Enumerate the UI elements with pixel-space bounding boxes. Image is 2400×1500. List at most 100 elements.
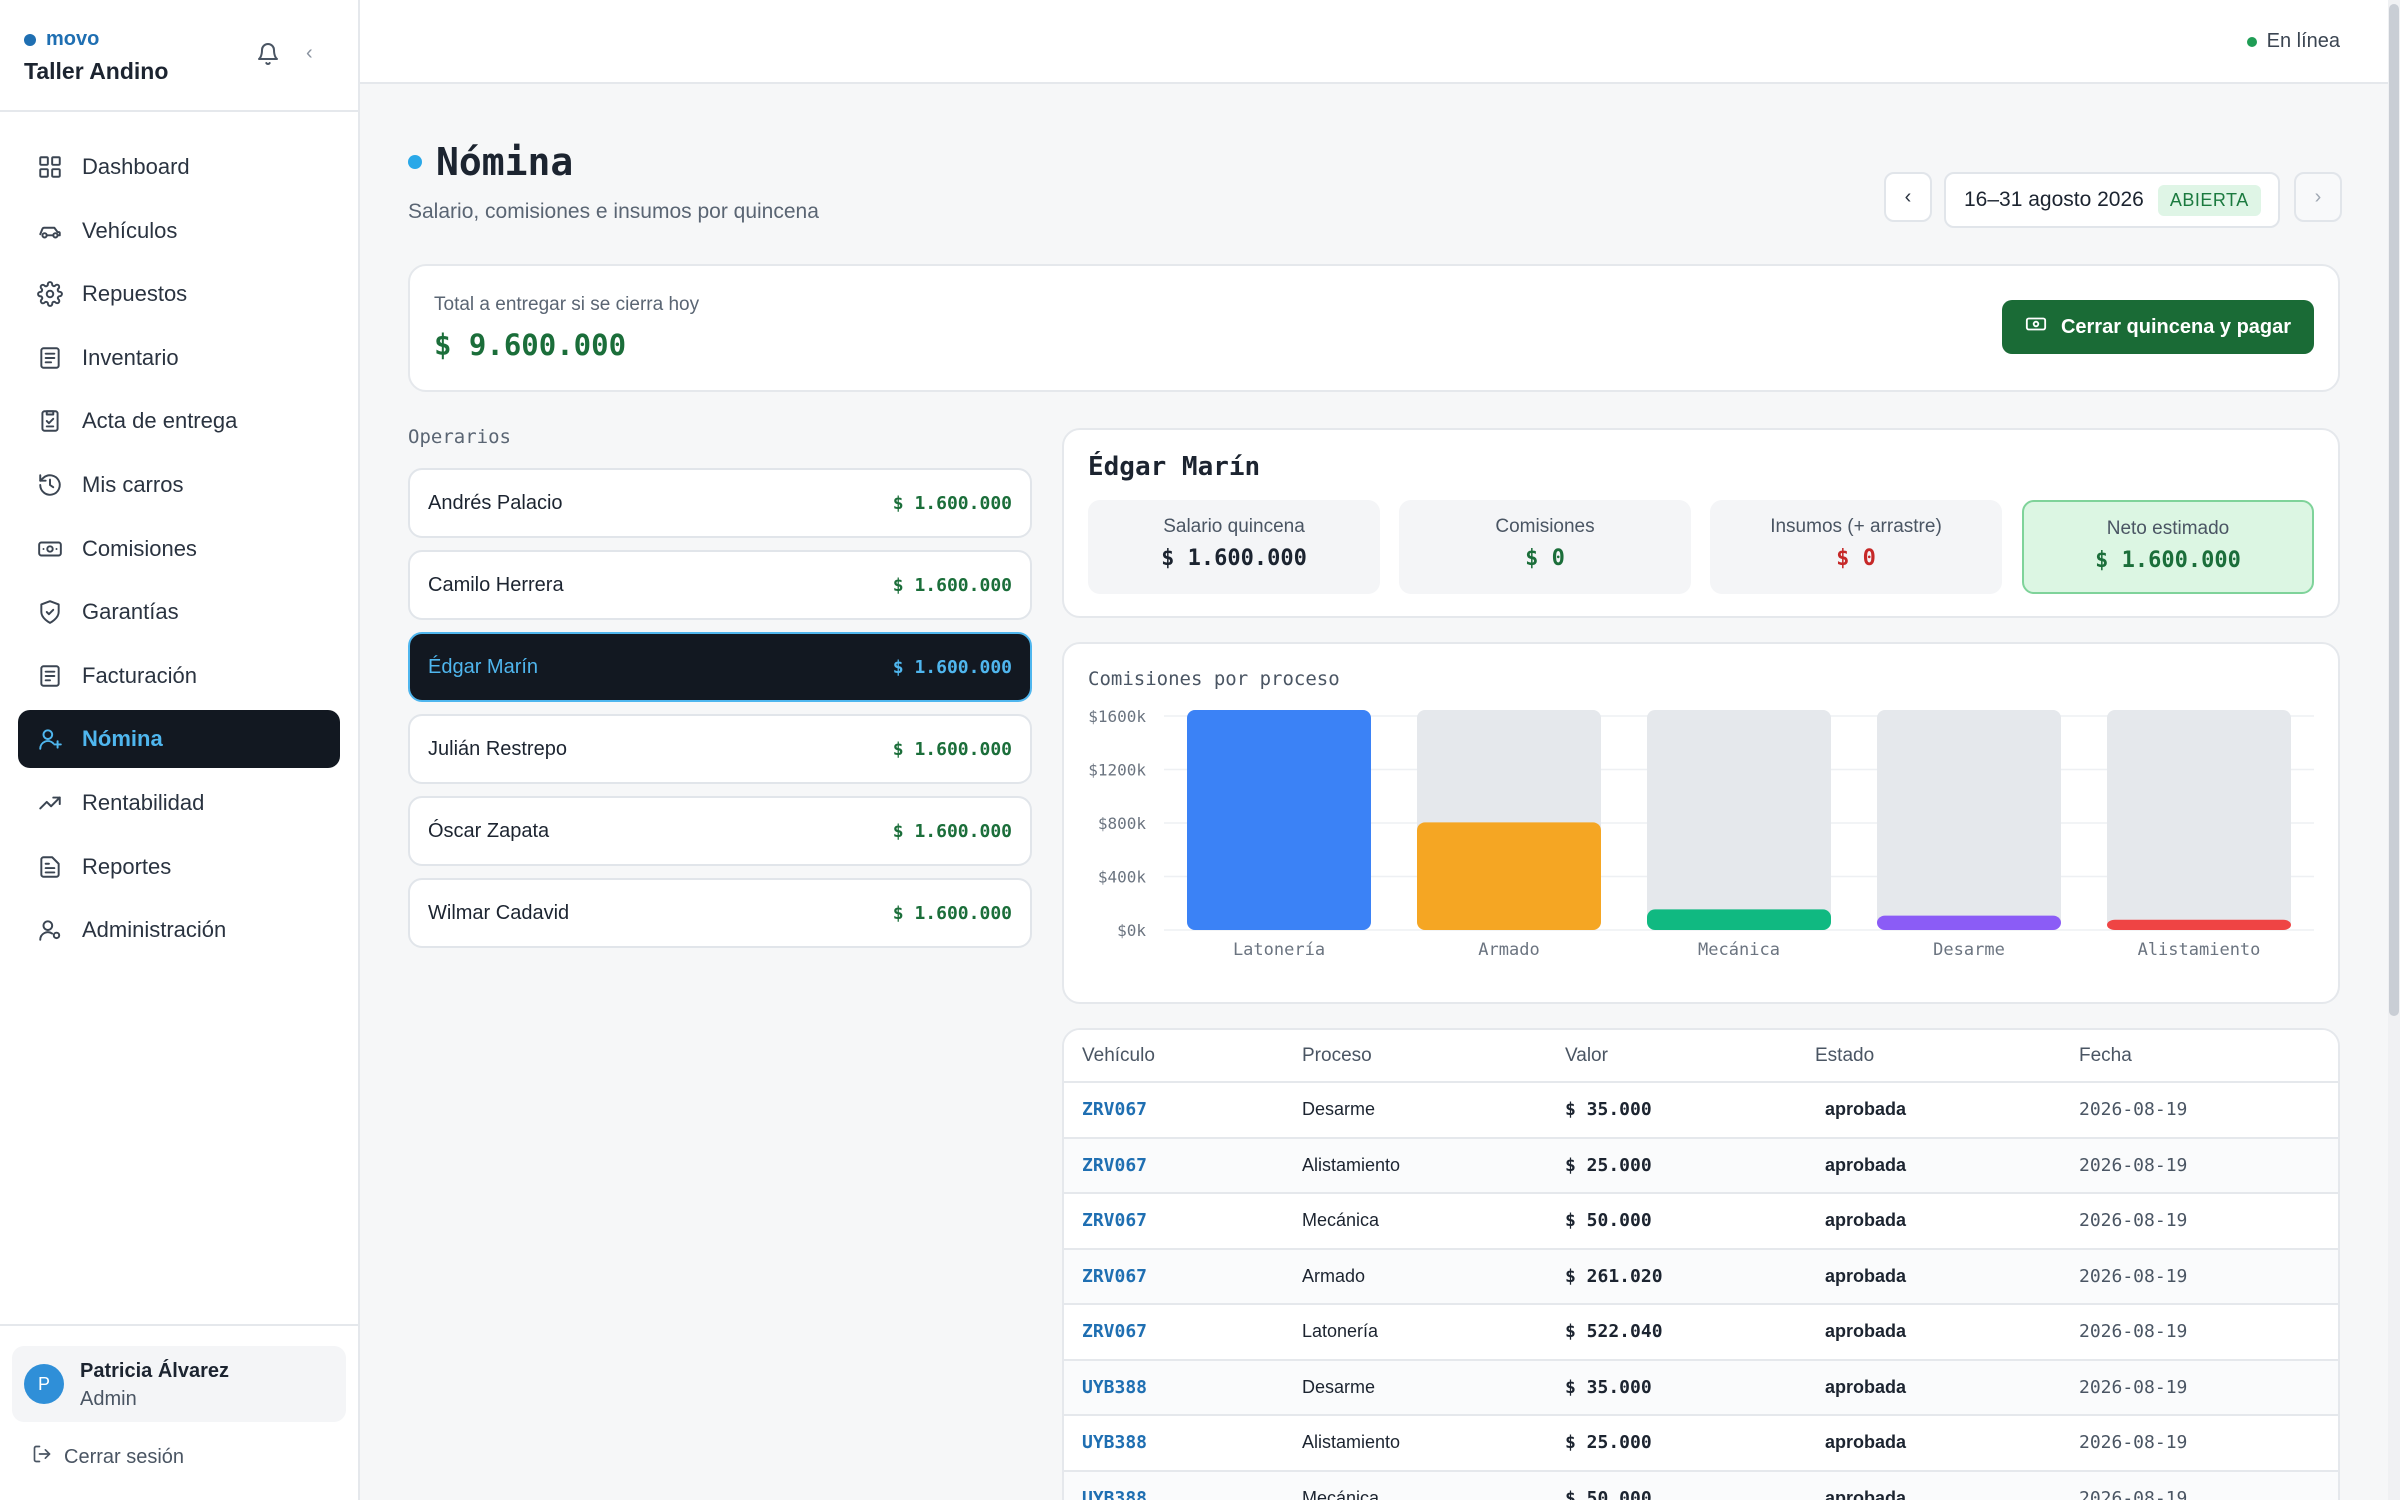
bar-1[interactable] — [1417, 822, 1601, 930]
y-tick-label: $800k — [1098, 814, 1147, 833]
list-icon — [36, 344, 64, 372]
operator-item[interactable]: Óscar Zapata $ 1.600.000 — [408, 796, 1032, 866]
x-tick-label: Latonería — [1233, 940, 1325, 960]
value-cell: $ 35.000 — [1547, 1359, 1797, 1416]
column-header[interactable]: Fecha — [2061, 1030, 2338, 1083]
operator-item[interactable]: Andrés Palacio $ 1.600.000 — [408, 468, 1032, 538]
sidebar-item-vehiculos[interactable]: Vehículos — [18, 202, 340, 260]
user-area: P Patricia Álvarez Admin Cerrar sesión — [0, 1324, 360, 1500]
date-cell: 2026-08-19 — [2061, 1137, 2338, 1194]
title-dot-icon — [408, 155, 422, 169]
sidebar-item-facturacion[interactable]: Facturación — [18, 647, 340, 705]
sidebar-item-comisiones[interactable]: Comisiones — [18, 520, 340, 578]
operator-amount: $ 1.600.000 — [892, 820, 1012, 842]
bar-0[interactable] — [1187, 710, 1371, 930]
column-header[interactable]: Proceso — [1284, 1030, 1547, 1083]
sidebar-item-label: Comisiones — [82, 535, 197, 561]
period-selector[interactable]: 16–31 agosto 2026 ABIERTA — [1944, 172, 2280, 228]
grid-icon — [36, 153, 64, 181]
sidebar-item-repuestos[interactable]: Repuestos — [18, 265, 340, 323]
process-cell: Alistamiento — [1284, 1137, 1547, 1194]
brand-name: movo — [46, 28, 100, 50]
stat-net-label: Neto estimado — [2106, 518, 2230, 539]
gear-icon — [36, 280, 64, 308]
y-tick-label: $400k — [1098, 868, 1147, 887]
y-tick-label: $0k — [1117, 921, 1146, 940]
vehicle-plate-link[interactable]: ZRV067 — [1064, 1082, 1284, 1139]
operator-amount: $ 1.600.000 — [892, 574, 1012, 596]
sidebar-item-nomina[interactable]: Nómina — [18, 710, 340, 769]
bar-3[interactable] — [1877, 915, 2061, 930]
date-cell: 2026-08-19 — [2061, 1304, 2338, 1361]
sidebar-item-reportes[interactable]: Reportes — [18, 838, 340, 896]
sidebar-item-garantias[interactable]: Garantías — [18, 583, 340, 641]
bar-4[interactable] — [2107, 919, 2291, 930]
column-header[interactable]: Vehículo — [1064, 1030, 1284, 1083]
vehicle-plate-link[interactable]: UYB388 — [1064, 1470, 1284, 1500]
vehicle-plate-link[interactable]: ZRV067 — [1064, 1193, 1284, 1250]
sidebar-item-inventario[interactable]: Inventario — [18, 329, 340, 387]
next-period-button[interactable]: › — [2294, 172, 2342, 222]
sidebar-item-mis-carros[interactable]: Mis carros — [18, 456, 340, 514]
previous-period-button[interactable]: ‹ — [1884, 172, 1932, 222]
operator-item[interactable]: Wilmar Cadavid $ 1.600.000 — [408, 878, 1032, 948]
close-period-pay-button[interactable]: Cerrar quincena y pagar — [2002, 300, 2314, 354]
vehicle-plate-link[interactable]: UYB388 — [1064, 1359, 1284, 1416]
sidebar-item-rentabilidad[interactable]: Rentabilidad — [18, 774, 340, 832]
stat-commissions: Comisiones $ 0 — [1399, 500, 1691, 594]
operator-item[interactable]: Camilo Herrera $ 1.600.000 — [408, 550, 1032, 620]
commissions-bar-chart: $0k $400k $800k $1200k $1600k Latonería Armado… — [1088, 707, 2314, 960]
stat-salary-value: $ 1.600.000 — [1161, 546, 1307, 571]
column-header[interactable]: Estado — [1797, 1030, 2061, 1083]
operators-list: Andrés Palacio $ 1.600.000 Camilo Herrera $… — [408, 468, 1032, 960]
vehicle-plate-link[interactable]: ZRV067 — [1064, 1304, 1284, 1361]
online-status-label: En línea — [2266, 30, 2340, 52]
bar-2[interactable] — [1647, 909, 1831, 930]
table-row: ZRV067 Desarme $ 35.000 aprobada 2026-08-19 — [1064, 1082, 2338, 1139]
sidebar-item-label: Repuestos — [82, 281, 188, 307]
operator-item[interactable]: Édgar Marín $ 1.600.000 — [408, 632, 1032, 702]
vehicle-plate-link[interactable]: ZRV067 — [1064, 1248, 1284, 1305]
banknote-icon — [2025, 313, 2047, 341]
collapse-sidebar-icon[interactable]: ‹ — [306, 42, 313, 65]
bar-track — [2107, 710, 2291, 930]
bell-icon[interactable] — [256, 42, 280, 66]
date-cell: 2026-08-19 — [2061, 1082, 2338, 1139]
sidebar-item-administracion[interactable]: Administración — [18, 901, 340, 959]
sidebar-item-label: Administración — [82, 917, 227, 943]
vehicle-plate-link[interactable]: UYB388 — [1064, 1415, 1284, 1472]
shield-icon — [36, 598, 64, 626]
logout-button[interactable]: Cerrar sesión — [32, 1444, 184, 1470]
vehicle-plate-link[interactable]: ZRV067 — [1064, 1137, 1284, 1194]
date-cell: 2026-08-19 — [2061, 1359, 2338, 1416]
status-cell: aprobada — [1797, 1359, 2061, 1416]
status-cell: aprobada — [1797, 1470, 2061, 1500]
total-value: $ 9.600.000 — [434, 328, 627, 362]
scrollbar-thumb[interactable] — [2389, 4, 2399, 1016]
operator-item[interactable]: Julián Restrepo $ 1.600.000 — [408, 714, 1032, 784]
table-row: UYB388 Desarme $ 35.000 aprobada 2026-08-19 — [1064, 1359, 2338, 1416]
sidebar-item-label: Vehículos — [82, 217, 178, 243]
logout-icon — [32, 1444, 52, 1470]
column-header[interactable]: Valor — [1547, 1030, 1797, 1083]
table-row: ZRV067 Alistamiento $ 25.000 aprobada 2026-0… — [1064, 1137, 2338, 1194]
period-label: 16–31 agosto 2026 — [1964, 188, 2144, 211]
stat-net-value: $ 1.600.000 — [2095, 548, 2241, 573]
sidebar-item-label: Reportes — [82, 853, 172, 879]
table-row: UYB388 Alistamiento $ 25.000 aprobada 2026-0… — [1064, 1415, 2338, 1472]
sidebar-item-label: Nómina — [82, 726, 163, 752]
report-icon — [36, 853, 64, 881]
clipboard-icon — [36, 407, 64, 435]
operator-name: Wilmar Cadavid — [428, 901, 570, 924]
page-title: Nómina — [436, 140, 574, 184]
car-icon — [36, 217, 64, 245]
sidebar-item-acta[interactable]: Acta de entrega — [18, 392, 340, 450]
user-role: Admin — [80, 1388, 137, 1410]
sidebar-nav: Dashboard Vehículos Repuestos Inventario Act… — [18, 138, 340, 965]
sidebar-item-dashboard[interactable]: Dashboard — [18, 138, 340, 196]
close-period-pay-label: Cerrar quincena y pagar — [2060, 315, 2292, 338]
status-cell: aprobada — [1797, 1193, 2061, 1250]
brand-logo[interactable]: movo — [24, 28, 99, 51]
user-card[interactable]: P Patricia Álvarez Admin — [12, 1346, 346, 1422]
process-cell: Mecánica — [1284, 1193, 1547, 1250]
